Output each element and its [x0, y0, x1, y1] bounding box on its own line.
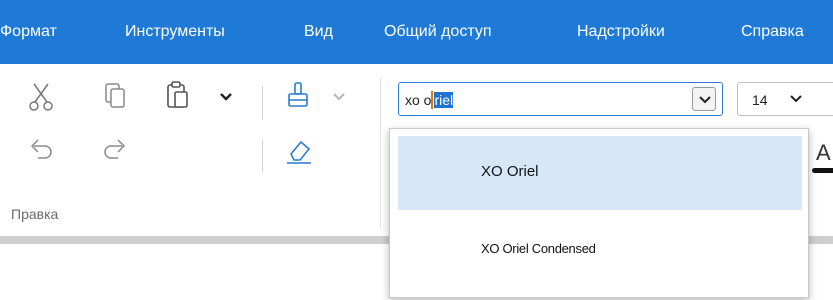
menu-item-view[interactable]: Вид	[304, 22, 333, 42]
redo-icon[interactable]	[100, 136, 128, 162]
font-name-typed-text: xo o	[405, 92, 432, 108]
toolbar-divider	[262, 86, 263, 120]
font-dropdown-list: XO Oriel XO Oriel Condensed	[389, 128, 809, 298]
menu-bar: Формат Инструменты Вид Общий доступ Надс…	[0, 0, 833, 64]
menu-item-sharing[interactable]: Общий доступ	[384, 22, 492, 42]
font-option-label: XO Oriel Condensed	[481, 241, 596, 256]
chevron-down-icon	[790, 95, 802, 103]
font-size-dropdown-button[interactable]	[784, 87, 808, 111]
group-divider	[380, 78, 381, 228]
format-painter-icon[interactable]	[285, 80, 311, 110]
paste-icon[interactable]	[166, 80, 190, 110]
font-name-combobox[interactable]: xo o riel	[398, 82, 723, 116]
menu-item-tools[interactable]: Инструменты	[125, 22, 225, 42]
font-color-swatch[interactable]	[812, 168, 833, 173]
font-size-value[interactable]: 14	[752, 90, 768, 110]
menu-item-addons[interactable]: Надстройки	[577, 22, 665, 42]
undo-icon[interactable]	[28, 136, 56, 162]
menu-item-format[interactable]: Формат	[0, 22, 57, 42]
paste-options-chevron-icon[interactable]	[219, 92, 233, 102]
menu-item-help[interactable]: Справка	[741, 22, 804, 42]
font-name-input[interactable]: xo o riel	[405, 90, 454, 110]
font-name-dropdown-button[interactable]	[692, 87, 716, 111]
format-painter-chevron-icon[interactable]	[332, 92, 346, 102]
font-option-label: XO Oriel	[481, 163, 539, 180]
font-option-xo-oriel[interactable]: XO Oriel	[398, 136, 802, 210]
font-name-selected-text: riel	[434, 92, 454, 108]
copy-icon[interactable]	[104, 82, 126, 110]
chevron-down-icon	[699, 96, 711, 104]
cut-icon[interactable]	[28, 82, 54, 112]
font-option-xo-oriel-condensed[interactable]: XO Oriel Condensed	[398, 213, 802, 287]
toolbar-divider	[262, 140, 263, 172]
font-size-combobox[interactable]: 14	[737, 82, 833, 116]
font-color-letter[interactable]: A	[816, 140, 831, 166]
edit-group-label: Правка	[11, 206, 59, 222]
eraser-icon[interactable]	[285, 136, 313, 166]
